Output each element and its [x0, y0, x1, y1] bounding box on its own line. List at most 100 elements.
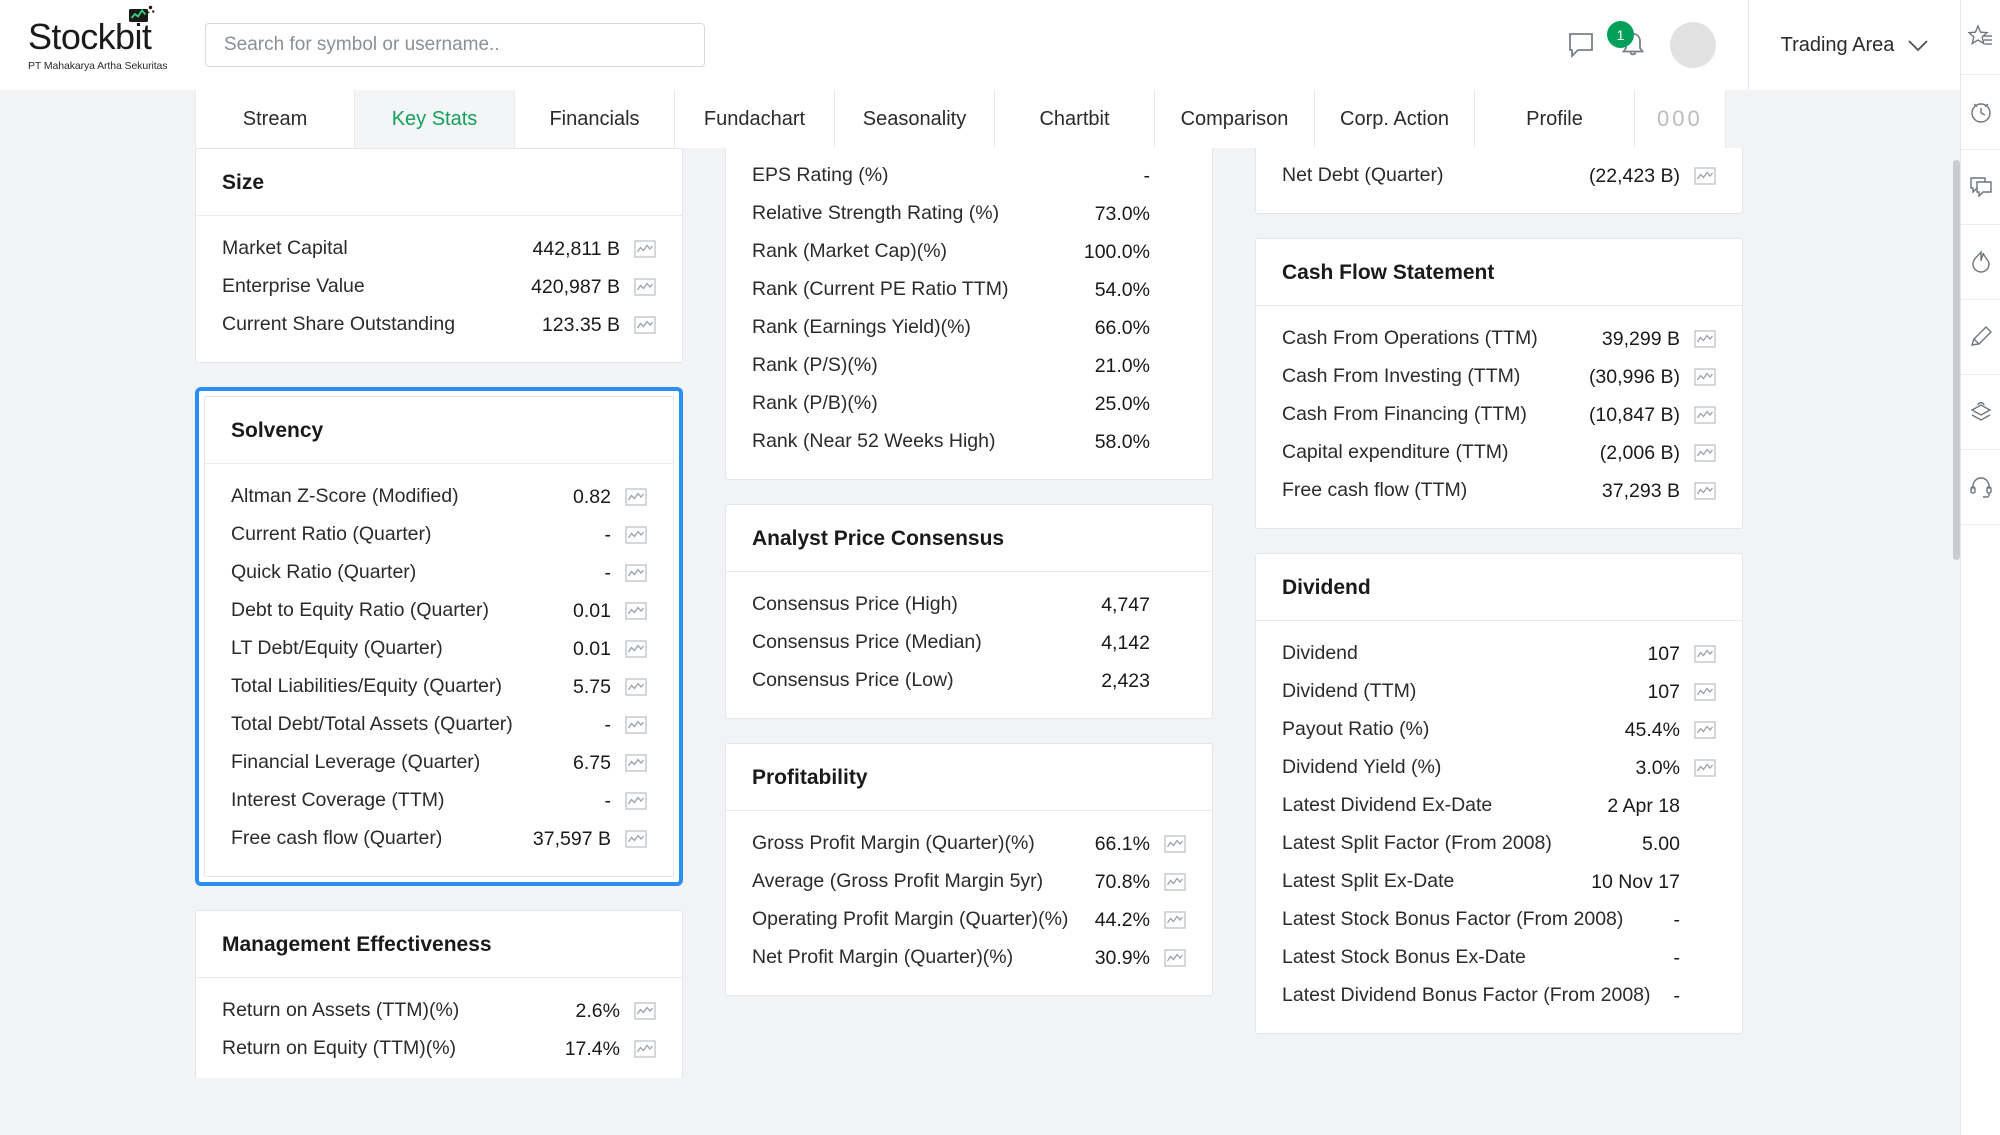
pencil-edit-icon[interactable] [1961, 300, 2000, 375]
sparkline-chart-icon[interactable] [625, 715, 647, 735]
sparkline-chart-icon[interactable] [1164, 834, 1186, 854]
card-body: Total Debt (Quarter)2,878 BNet Debt (Qua… [1256, 148, 1742, 213]
tab-comparison[interactable]: Comparison [1155, 90, 1315, 148]
sparkline-chart-icon[interactable] [625, 525, 647, 545]
tab-000[interactable]: 000 [1635, 90, 1726, 148]
sparkline-chart-icon[interactable] [625, 791, 647, 811]
top-header-bar: Stockbit PT Mahakarya Artha Sekuritas Se… [0, 0, 1960, 90]
stat-row: Rank (Earnings Yield)(%) 66.0% [752, 309, 1186, 347]
tab-profile[interactable]: Profile [1475, 90, 1635, 148]
stat-row: Market Capital 442,811 B [222, 230, 656, 268]
stat-row: Altman Z-Score (Modified) 0.82 [231, 478, 647, 516]
tab-seasonality[interactable]: Seasonality [835, 90, 995, 148]
card-title: Cash Flow Statement [1256, 239, 1742, 306]
stat-label: Rank (P/S)(%) [752, 354, 878, 377]
stat-value: 4 [1139, 148, 1186, 150]
layers-stack-icon[interactable] [1961, 375, 2000, 450]
stats-card: Solvency Altman Z-Score (Modified) 0.82 Cur… [204, 396, 674, 877]
stat-row: Total Liabilities/Equity (Quarter) 5.75 [231, 668, 647, 706]
sparkline-chart-icon[interactable] [634, 315, 656, 335]
message-icon[interactable] [1566, 30, 1596, 60]
stat-label: Current Share Outstanding [222, 313, 456, 336]
stat-row: Rank (P/S)(%) 21.0% [752, 347, 1186, 385]
sparkline-chart-icon[interactable] [1694, 329, 1716, 349]
stat-label: Cash From Financing (TTM) [1282, 403, 1527, 426]
stat-row: Interest Coverage (TTM) - [231, 782, 647, 820]
stat-row: Current Ratio (Quarter) - [231, 516, 647, 554]
sparkline-chart-icon[interactable] [1164, 948, 1186, 968]
card-title: Profitability [726, 744, 1212, 811]
sparkline-chart-icon[interactable] [1694, 682, 1716, 702]
sparkline-chart-icon[interactable] [634, 1077, 656, 1078]
stat-label: Cash From Operations (TTM) [1282, 327, 1538, 350]
card-body: Dividend 107 Dividend (TTM) 107 Payout Ratio… [1256, 621, 1742, 1033]
stat-value: (2,006 B) [1599, 441, 1680, 464]
sparkline-chart-icon[interactable] [625, 829, 647, 849]
stat-value: 37,597 B [532, 827, 611, 850]
stat-label: Piotroski F-Score [752, 148, 1139, 151]
sparkline-chart-icon[interactable] [625, 639, 647, 659]
sparkline-chart-icon[interactable] [625, 601, 647, 621]
tab-corp-action[interactable]: Corp. Action [1315, 90, 1475, 148]
stockbit-chart-mark-icon [129, 5, 155, 22]
notification-badge: 1 [1607, 21, 1634, 48]
stat-value: 2.6% [575, 999, 620, 1022]
sparkline-chart-icon[interactable] [625, 677, 647, 697]
search-bar[interactable] [205, 23, 705, 67]
stat-value: 4,142 [1101, 631, 1150, 654]
sparkline-chart-icon[interactable] [1694, 166, 1716, 186]
trading-area-dropdown[interactable]: Trading Area [1748, 0, 1960, 90]
stat-label: Return on Equity (TTM)(%) [222, 1037, 457, 1060]
stat-label: Rank (Market Cap)(%) [752, 240, 948, 263]
stat-value: 73.0% [1094, 202, 1150, 225]
stat-value: - [1673, 908, 1681, 931]
section-tab-bar: Stream Key Stats Financials Fundachart Seaso… [0, 90, 1960, 148]
tab-key-stats[interactable]: Key Stats [355, 90, 515, 148]
sparkline-chart-icon[interactable] [1694, 644, 1716, 664]
stat-row: Average (Gross Profit Margin 5yr) 70.8% [752, 863, 1186, 901]
stat-value: 0.01 [573, 637, 611, 660]
stat-label: Rank (Current PE Ratio TTM) [752, 278, 1009, 301]
trending-fire-icon[interactable] [1961, 225, 2000, 300]
sparkline-chart-icon[interactable] [1694, 443, 1716, 463]
sparkline-chart-icon[interactable] [634, 277, 656, 297]
sparkline-chart-icon[interactable] [625, 563, 647, 583]
stat-label: Cash From Investing (TTM) [1282, 365, 1521, 388]
sparkline-chart-icon[interactable] [1164, 910, 1186, 930]
tab-chartbit[interactable]: Chartbit [995, 90, 1155, 148]
stat-value: 107 [1647, 642, 1680, 665]
stat-label: Return on Capital Employed [222, 1074, 620, 1078]
sparkline-chart-icon[interactable] [634, 239, 656, 259]
tab-fundachart[interactable]: Fundachart [675, 90, 835, 148]
tab-financials[interactable]: Financials [515, 90, 675, 148]
stat-value: - [604, 713, 612, 736]
headset-support-icon[interactable] [1961, 450, 2000, 525]
sparkline-chart-icon[interactable] [634, 1001, 656, 1021]
sparkline-chart-icon[interactable] [634, 1039, 656, 1059]
stat-row: LT Debt/Equity (Quarter) 0.01 [231, 630, 647, 668]
bell-icon[interactable]: 1 [1607, 21, 1648, 60]
alarm-clock-icon[interactable] [1961, 75, 2000, 150]
chat-bubbles-icon[interactable] [1961, 150, 2000, 225]
stats-column-left: Size Market Capital 442,811 B Enterprise Va… [195, 148, 683, 1078]
stat-value: 3.0% [1635, 756, 1680, 779]
sparkline-chart-icon[interactable] [1694, 367, 1716, 387]
brand-logo[interactable]: Stockbit PT Mahakarya Artha Sekuritas [0, 5, 195, 72]
stat-row: Latest Split Factor (From 2008) 5.00 [1282, 825, 1716, 863]
sparkline-chart-icon[interactable] [1164, 872, 1186, 892]
sparkline-chart-icon[interactable] [1694, 758, 1716, 778]
sparkline-chart-icon[interactable] [625, 487, 647, 507]
sparkline-chart-icon[interactable] [1694, 720, 1716, 740]
sparkline-chart-icon[interactable] [625, 753, 647, 773]
stat-label: Interest Coverage (TTM) [231, 789, 445, 812]
watchlist-star-icon[interactable] [1961, 0, 2000, 75]
stat-row: Free cash flow (Quarter) 37,597 B [231, 820, 647, 858]
sparkline-chart-icon[interactable] [1694, 405, 1716, 425]
sparkline-chart-icon[interactable] [1694, 481, 1716, 501]
stat-value: 107 [1647, 680, 1680, 703]
chevron-down-icon [1908, 39, 1928, 51]
search-input[interactable] [224, 34, 686, 56]
avatar[interactable] [1670, 22, 1716, 68]
stat-value: 25.0% [1094, 392, 1150, 415]
tab-stream[interactable]: Stream [195, 90, 355, 148]
